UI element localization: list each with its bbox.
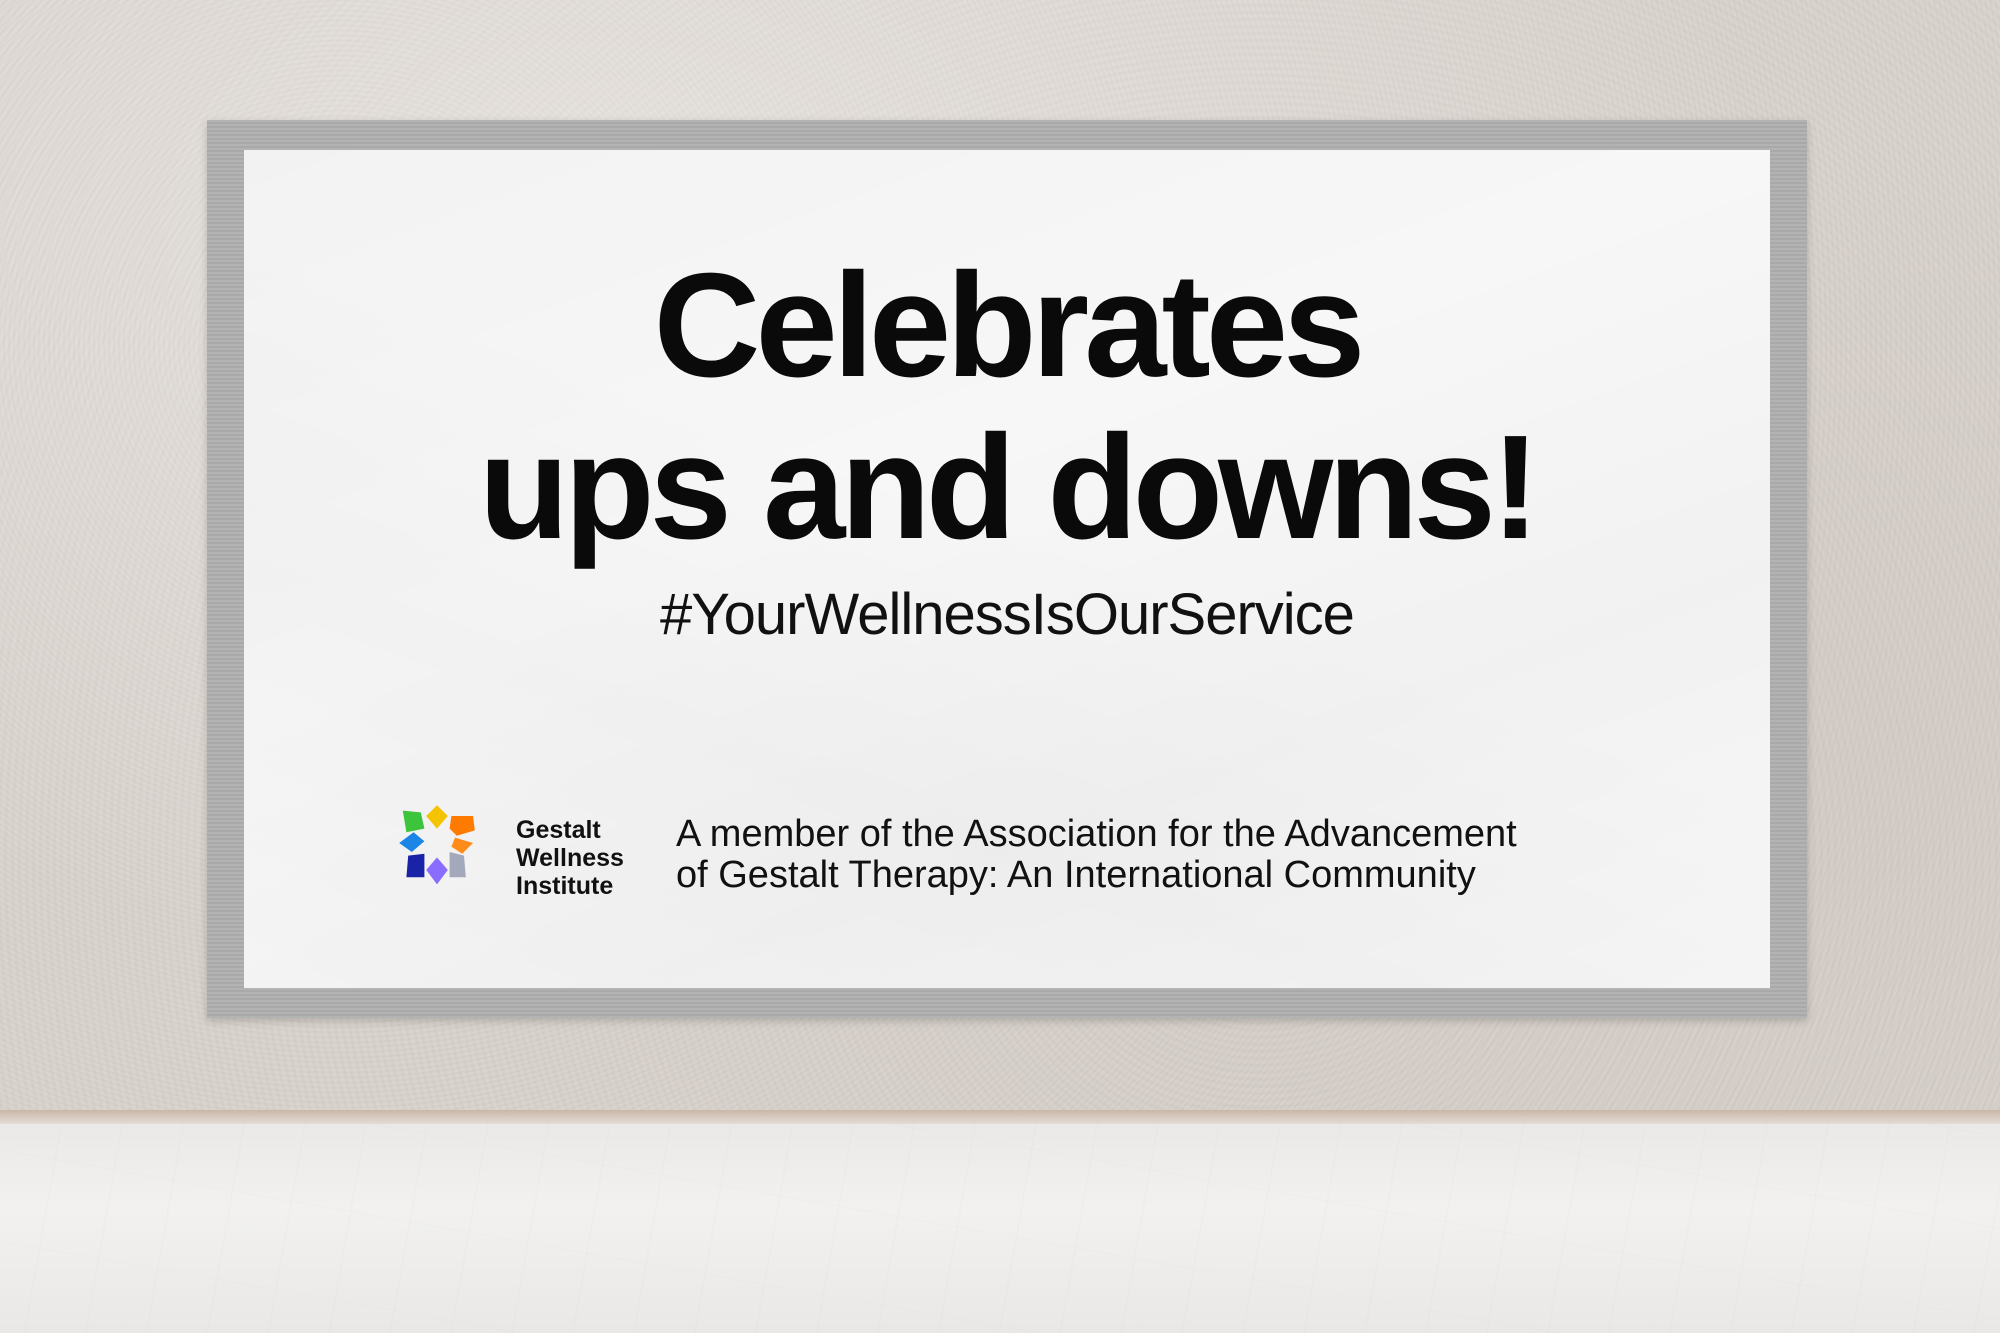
brand-line-3: Institute xyxy=(516,872,614,900)
logo-petal-gray xyxy=(449,852,466,878)
brand-name: Gestalt Wellness Institute xyxy=(516,816,624,900)
membership-line-2: of Gestalt Therapy: An International Com… xyxy=(676,854,1476,896)
headline: Celebrates ups and downs! xyxy=(244,245,1770,569)
floor xyxy=(0,1124,2000,1333)
poster: Celebrates ups and downs! #YourWellnessI… xyxy=(244,150,1770,988)
pinwheel-logo-icon xyxy=(399,805,475,885)
membership-line-1: A member of the Association for the Adva… xyxy=(676,813,1517,855)
scene: Celebrates ups and downs! #YourWellnessI… xyxy=(0,0,2000,1333)
brand-line-1: Gestalt xyxy=(516,816,601,844)
membership-statement: A member of the Association for the Adva… xyxy=(676,814,1517,896)
logo-petal-yellow xyxy=(426,805,448,829)
headline-line-2: ups and downs! xyxy=(478,405,1540,570)
hashtag: #YourWellnessIsOurService xyxy=(660,582,1355,647)
baseboard xyxy=(0,1110,2000,1124)
logo-petal-navy xyxy=(406,853,425,878)
logo-petals xyxy=(399,805,475,885)
logo-petal-violet xyxy=(426,857,448,885)
logo-petal-green xyxy=(402,810,425,833)
logo-petal-orange xyxy=(449,816,475,836)
brand-line-2: Wellness xyxy=(516,844,624,872)
logo-petal-orange-lower xyxy=(451,837,473,854)
logo-petal-blue xyxy=(399,832,425,852)
headline-line-1: Celebrates xyxy=(653,243,1366,408)
